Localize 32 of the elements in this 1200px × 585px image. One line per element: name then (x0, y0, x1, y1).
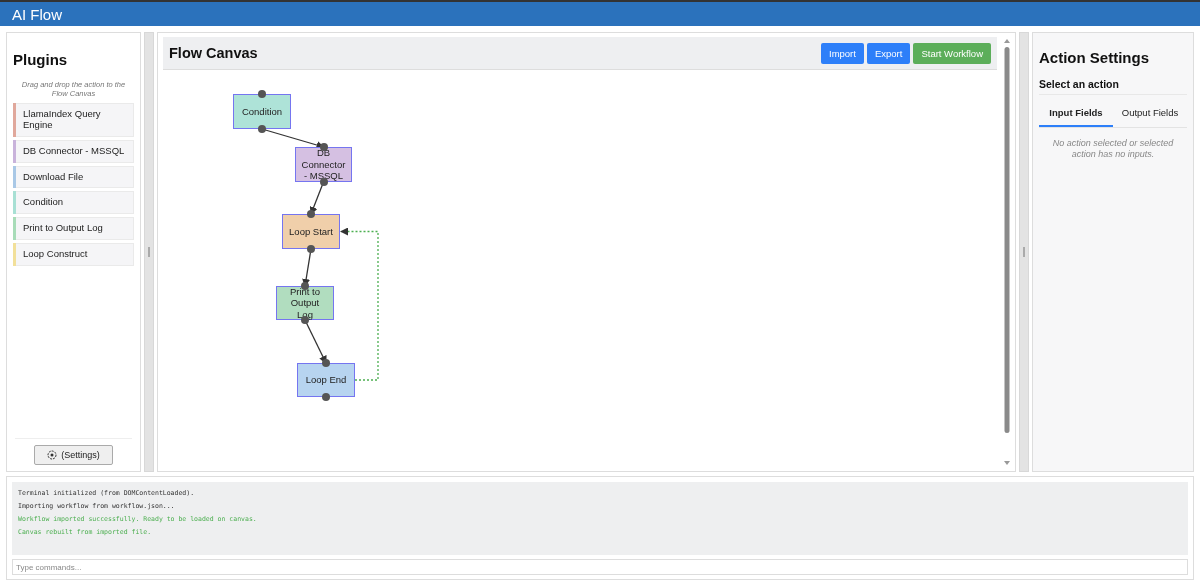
plugin-item[interactable]: Condition (13, 191, 134, 215)
section-title: Select an action (1039, 78, 1187, 95)
settings-icon (47, 450, 58, 460)
node-port[interactable] (307, 210, 315, 218)
app-title: AI Flow (12, 5, 62, 23)
flow-node[interactable]: Loop Start (282, 214, 340, 249)
plugin-item[interactable]: Print to Output Log (13, 217, 134, 241)
node-port[interactable] (322, 393, 330, 401)
plugin-item[interactable]: DB Connector - MSSQL (13, 139, 134, 163)
node-port[interactable] (258, 125, 266, 133)
panel-title: Plugins (13, 51, 69, 68)
node-port[interactable] (307, 245, 315, 253)
tab[interactable]: Output Fields (1113, 101, 1187, 127)
flow-node[interactable]: Loop End (297, 363, 355, 397)
node-port[interactable] (258, 90, 266, 98)
flow-node[interactable]: Condition (233, 94, 291, 129)
toolbar-button[interactable]: Export (866, 42, 911, 64)
splitter-handle[interactable] (144, 32, 154, 472)
plugin-item[interactable]: LlamaIndex Query Engine (13, 102, 134, 137)
empty-message: No action selected or selected action has no inputs. (1051, 138, 1175, 161)
plugin-item[interactable]: Download File (13, 165, 134, 189)
settings-button[interactable]: (Settings) (34, 445, 113, 465)
tab[interactable]: Input Fields (1039, 101, 1113, 127)
canvas-title: Flow Canvas (169, 45, 259, 61)
command-input[interactable]: Type commands... (12, 559, 1188, 575)
flow-node[interactable]: DB Connector - MSSQL (295, 147, 352, 182)
panel-title: Action Settings (1039, 49, 1150, 66)
plugin-item[interactable]: Loop Construct (13, 243, 134, 267)
toolbar-button[interactable]: Import (821, 42, 864, 64)
splitter-handle[interactable] (1019, 32, 1029, 472)
node-port[interactable] (322, 359, 330, 367)
node-port[interactable] (319, 143, 328, 151)
